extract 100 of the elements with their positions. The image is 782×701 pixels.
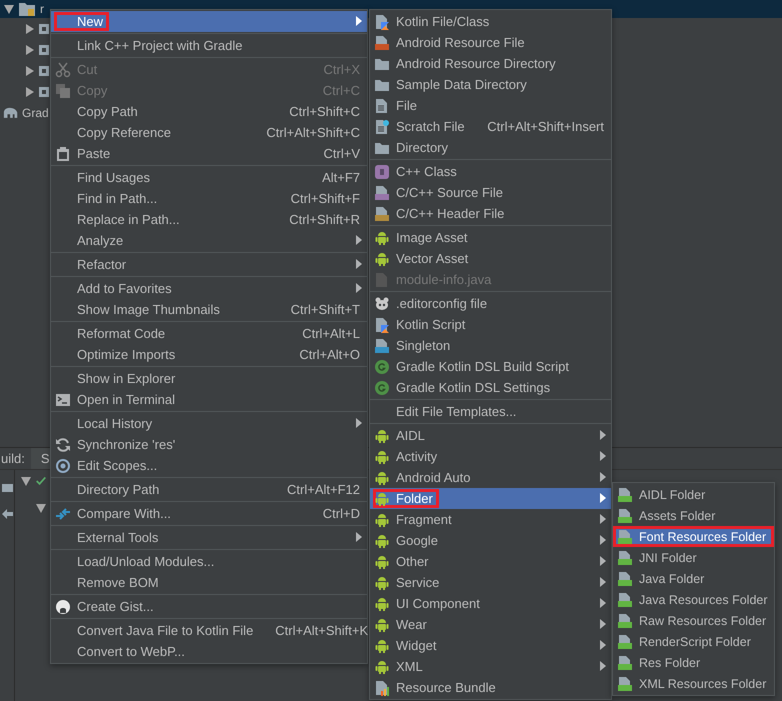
shortcut-label: Ctrl+Alt+F12 [286, 482, 360, 497]
menu-item-label: Res Folder [639, 656, 700, 670]
menu-item[interactable]: Java Folder [613, 568, 774, 589]
menu-item[interactable]: AIDL Folder [613, 484, 774, 505]
menu-item[interactable]: Font Resources Folder [613, 526, 774, 547]
menu-item[interactable]: Replace in Path... Ctrl+Shift+R [51, 209, 367, 230]
tree-item-label[interactable]: r [40, 2, 44, 16]
menu-item[interactable]: Kotlin Script [370, 314, 611, 335]
menu-item-label: UI Component [396, 596, 480, 611]
menu-item-label: Open in Terminal [77, 392, 176, 407]
menu-item[interactable]: Copy Path Ctrl+Shift+C [51, 101, 367, 122]
menu-item[interactable]: Convert to WebP... [51, 641, 367, 662]
menu-item[interactable]: Create Gist... [51, 596, 367, 617]
menu-item[interactable]: Open in Terminal [51, 389, 367, 410]
menu-item[interactable]: Show Image Thumbnails Ctrl+Shift+T [51, 299, 367, 320]
menu-item[interactable]: External Tools [51, 527, 367, 548]
menu-item[interactable]: Android Resource File [370, 32, 611, 53]
menu-item[interactable]: Convert Java File to Kotlin File Ctrl+Alt+Shift+K [51, 620, 367, 641]
menu-item[interactable]: Vector Asset [370, 248, 611, 269]
menu-item[interactable]: XML Resources Folder [613, 673, 774, 694]
menu-item[interactable]: Find in Path... Ctrl+Shift+F [51, 188, 367, 209]
menu-item[interactable]: Service [370, 572, 611, 593]
menu-item[interactable]: .editorconfig file [370, 293, 611, 314]
menu-item[interactable]: Load/Unload Modules... [51, 551, 367, 572]
shortcut-label: Ctrl+D [322, 506, 360, 521]
menu-item-label: Show Image Thumbnails [77, 302, 220, 317]
menu-item[interactable]: Assets Folder [613, 505, 774, 526]
tree-item-label[interactable]: Grad [22, 106, 49, 120]
menu-item[interactable]: Copy Reference Ctrl+Alt+Shift+C [51, 122, 367, 143]
menu-item[interactable]: Directory [370, 137, 611, 158]
menu-item-label: Other [396, 554, 429, 569]
menu-item-label: Font Resources Folder [639, 530, 766, 544]
menu-item[interactable]: Link C++ Project with Gradle [51, 35, 367, 56]
menu-item-label: New [77, 14, 104, 29]
menu-item[interactable]: Activity [370, 446, 611, 467]
menu-item-label: Remove BOM [77, 575, 159, 590]
menu-item-label: External Tools [77, 530, 158, 545]
menu-item[interactable]: Gradle Kotlin DSL Build Script [370, 356, 611, 377]
menu-item-label: Java Resources Folder [639, 592, 768, 606]
menu-item[interactable]: C++ Class [370, 161, 611, 182]
menu-item-label: Analyze [77, 233, 124, 248]
menu-item-label: Synchronize 'res' [77, 437, 176, 452]
menu-item[interactable]: Kotlin File/Class [370, 11, 611, 32]
shortcut-label: Ctrl+X [322, 62, 360, 77]
menu-item[interactable]: New [51, 11, 367, 32]
menu-item[interactable]: Widget [370, 635, 611, 656]
menu-item[interactable]: Find Usages Alt+F7 [51, 167, 367, 188]
menu-item[interactable]: Singleton [370, 335, 611, 356]
menu-item[interactable]: Paste Ctrl+V [51, 143, 367, 164]
menu-item[interactable]: Java Resources Folder [613, 589, 774, 610]
menu-item[interactable]: Fragment [370, 509, 611, 530]
menu-item[interactable]: JNI Folder [613, 547, 774, 568]
menu-item[interactable]: Resource Bundle [370, 677, 611, 698]
menu-item[interactable]: Show in Explorer [51, 368, 367, 389]
menu-item[interactable]: RenderScript Folder [613, 631, 774, 652]
tool-window-tab[interactable]: uild: [0, 448, 31, 469]
shortcut-label: Ctrl+Alt+Shift+Insert [486, 119, 604, 134]
menu-item-label: Widget [396, 638, 436, 653]
menu-item[interactable]: Edit File Templates... [370, 401, 611, 422]
menu-item[interactable]: Image Asset [370, 227, 611, 248]
menu-item[interactable]: Local History [51, 413, 367, 434]
menu-item[interactable]: Folder [370, 488, 611, 509]
menu-item[interactable]: Raw Resources Folder [613, 610, 774, 631]
menu-item[interactable]: File [370, 95, 611, 116]
menu-item-label: Find in Path... [77, 191, 158, 206]
menu-item[interactable]: UI Component [370, 593, 611, 614]
menu-item[interactable]: Analyze [51, 230, 367, 251]
menu-item[interactable]: Sample Data Directory [370, 74, 611, 95]
menu-item[interactable]: Gradle Kotlin DSL Settings [370, 377, 611, 398]
menu-item[interactable]: Other [370, 551, 611, 572]
menu-item[interactable]: C/C++ Header File [370, 203, 611, 224]
menu-item[interactable]: Android Auto [370, 467, 611, 488]
menu-item[interactable]: Reformat Code Ctrl+Alt+L [51, 323, 367, 344]
menu-item[interactable]: C/C++ Source File [370, 182, 611, 203]
menu-item[interactable]: Add to Favorites [51, 278, 367, 299]
menu-item[interactable]: Optimize Imports Ctrl+Alt+O [51, 344, 367, 365]
menu-item-label: Vector Asset [396, 251, 468, 266]
menu-item[interactable]: XML [370, 656, 611, 677]
menu-item-label: Wear [396, 617, 427, 632]
menu-item[interactable]: Compare With... Ctrl+D [51, 503, 367, 524]
menu-item-label: Edit File Templates... [396, 404, 516, 419]
menu-item[interactable]: Google [370, 530, 611, 551]
menu-item-label: Copy [77, 83, 108, 98]
menu-item[interactable]: Remove BOM [51, 572, 367, 593]
menu-item-label: Convert to WebP... [77, 644, 185, 659]
menu-item-label: Singleton [396, 338, 450, 353]
menu-item[interactable]: Wear [370, 614, 611, 635]
menu-item-label: Reformat Code [77, 326, 166, 341]
menu-item[interactable]: AIDL [370, 425, 611, 446]
menu-item[interactable]: Refactor [51, 254, 367, 275]
shortcut-label: Ctrl+Alt+O [298, 347, 360, 362]
menu-item-label: Google [396, 533, 438, 548]
menu-item-label: Fragment [396, 512, 452, 527]
menu-item[interactable]: Android Resource Directory [370, 53, 611, 74]
menu-item-label: .editorconfig file [396, 296, 488, 311]
menu-item-label: Kotlin Script [396, 317, 466, 332]
menu-item-label: Compare With... [77, 506, 171, 521]
menu-item[interactable]: Res Folder [613, 652, 774, 673]
menu-item[interactable]: Directory Path Ctrl+Alt+F12 [51, 479, 367, 500]
menu-item[interactable]: Scratch File Ctrl+Alt+Shift+Insert [370, 116, 611, 137]
